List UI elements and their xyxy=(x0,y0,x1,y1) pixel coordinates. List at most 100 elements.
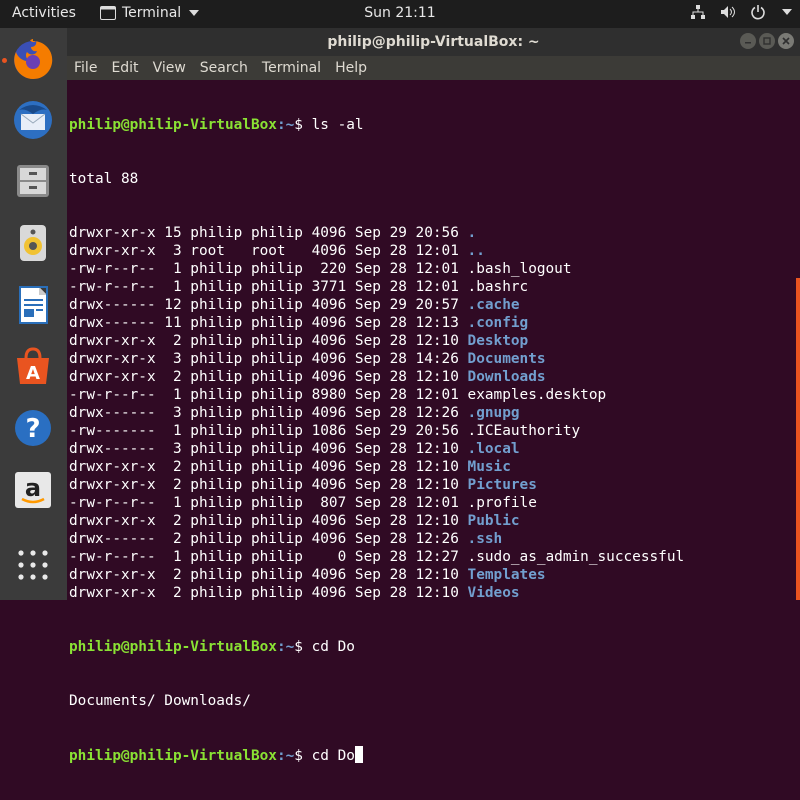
terminal-app-icon xyxy=(100,6,116,20)
menu-file[interactable]: File xyxy=(67,56,104,80)
help-icon[interactable]: ? xyxy=(8,403,58,453)
command-text: ls -al xyxy=(311,117,364,133)
prompt-symbol: $ xyxy=(294,117,312,133)
file-info: drwxr-xr-x 15 philip philip 4096 Sep 29 … xyxy=(69,225,468,241)
volume-icon xyxy=(721,6,735,18)
amazon-icon[interactable]: a xyxy=(8,465,58,515)
prompt-user: philip@philip-VirtualBox xyxy=(69,639,277,655)
directory-name: .cache xyxy=(467,297,520,313)
command-input[interactable]: cd Do xyxy=(312,748,355,764)
list-item: drwx------ 2 philip philip 4096 Sep 28 1… xyxy=(69,530,684,548)
list-item: -rw-r--r-- 1 philip philip 807 Sep 28 12… xyxy=(69,494,684,512)
file-name: .profile xyxy=(467,495,537,511)
file-info: -rw-r--r-- 1 philip philip 3771 Sep 28 1… xyxy=(69,279,468,295)
directory-name: Downloads xyxy=(467,369,546,385)
file-name: examples.desktop xyxy=(467,387,607,403)
directory-name: Desktop xyxy=(467,333,529,349)
file-info: drwxr-xr-x 2 philip philip 4096 Sep 28 1… xyxy=(69,369,468,385)
list-item: -rw------- 1 philip philip 1086 Sep 29 2… xyxy=(69,422,684,440)
app-menu[interactable]: Terminal xyxy=(100,5,200,21)
show-apps-icon[interactable] xyxy=(8,540,58,590)
file-info: drwx------ 2 philip philip 4096 Sep 28 1… xyxy=(69,531,468,547)
list-item: drwxr-xr-x 3 philip philip 4096 Sep 28 1… xyxy=(69,350,684,368)
clock[interactable]: Sun 21:11 xyxy=(364,5,435,21)
command-text: cd Do xyxy=(311,639,355,655)
file-info: -rw-r--r-- 1 philip philip 807 Sep 28 12… xyxy=(69,495,468,511)
close-button[interactable] xyxy=(778,33,794,49)
menu-edit[interactable]: Edit xyxy=(104,56,145,80)
prompt-symbol: $ xyxy=(294,748,312,764)
list-item: drwxr-xr-x 2 philip philip 4096 Sep 28 1… xyxy=(69,476,684,494)
list-item: -rw-r--r-- 1 philip philip 220 Sep 28 12… xyxy=(69,260,684,278)
directory-name: .gnupg xyxy=(467,405,520,421)
thunderbird-icon[interactable] xyxy=(8,95,58,145)
file-info: -rw------- 1 philip philip 1086 Sep 29 2… xyxy=(69,423,468,439)
prompt-symbol: $ xyxy=(294,639,312,655)
prompt-line: philip@philip-VirtualBox:~$ cd Do xyxy=(69,746,684,764)
svg-text:a: a xyxy=(25,474,41,502)
prompt-path: :~ xyxy=(276,748,295,764)
menu-view[interactable]: View xyxy=(146,56,193,80)
terminal-output: philip@philip-VirtualBox:~$ ls -al total… xyxy=(69,80,684,800)
list-item: -rw-r--r-- 1 philip philip 0 Sep 28 12:2… xyxy=(69,548,684,566)
directory-name: Templates xyxy=(467,567,546,583)
file-name: .ICEauthority xyxy=(467,423,581,439)
menu-help[interactable]: Help xyxy=(328,56,374,80)
ubuntu-software-icon[interactable]: A xyxy=(8,341,58,391)
activities-button[interactable]: Activities xyxy=(12,5,76,21)
file-info: -rw-r--r-- 1 philip philip 0 Sep 28 12:2… xyxy=(69,549,468,565)
minimize-button[interactable] xyxy=(740,33,756,49)
file-info: drwxr-xr-x 2 philip philip 4096 Sep 28 1… xyxy=(69,567,468,583)
directory-name: Documents xyxy=(467,351,546,367)
svg-text:A: A xyxy=(26,363,40,384)
list-item: -rw-r--r-- 1 philip philip 8980 Sep 28 1… xyxy=(69,386,684,404)
network-icon xyxy=(691,5,705,19)
scrollbar[interactable] xyxy=(796,278,800,600)
directory-name: Pictures xyxy=(467,477,537,493)
menu-search[interactable]: Search xyxy=(193,56,255,80)
directory-name: .. xyxy=(467,243,485,259)
menu-terminal[interactable]: Terminal xyxy=(255,56,328,80)
list-item: -rw-r--r-- 1 philip philip 3771 Sep 28 1… xyxy=(69,278,684,296)
file-info: drwx------ 12 philip philip 4096 Sep 29 … xyxy=(69,297,468,313)
app-menu-label: Terminal xyxy=(122,5,182,21)
title-bar[interactable]: philip@philip-VirtualBox: ~ xyxy=(67,28,800,56)
list-item: drwx------ 12 philip philip 4096 Sep 29 … xyxy=(69,296,684,314)
file-name: .bash_logout xyxy=(467,261,572,277)
svg-text:?: ? xyxy=(25,414,40,444)
list-item: drwxr-xr-x 2 philip philip 4096 Sep 28 1… xyxy=(69,566,684,584)
top-bar: Activities Terminal Sun 21:11 xyxy=(0,0,800,28)
list-item: drwxr-xr-x 3 root root 4096 Sep 28 12:01… xyxy=(69,242,684,260)
file-info: drwxr-xr-x 2 philip philip 4096 Sep 28 1… xyxy=(69,513,468,529)
directory-name: Music xyxy=(467,459,511,475)
file-info: -rw-r--r-- 1 philip philip 220 Sep 28 12… xyxy=(69,261,468,277)
list-item: drwxr-xr-x 15 philip philip 4096 Sep 29 … xyxy=(69,224,684,242)
text-cursor xyxy=(354,746,363,763)
power-icon xyxy=(751,5,765,20)
rhythmbox-icon[interactable] xyxy=(8,218,58,268)
terminal-area[interactable]: philip@philip-VirtualBox:~$ ls -al total… xyxy=(67,80,800,764)
file-info: drwx------ 11 philip philip 4096 Sep 28 … xyxy=(69,315,468,331)
prompt-line: philip@philip-VirtualBox:~$ cd Do xyxy=(69,638,684,656)
firefox-icon[interactable] xyxy=(8,35,58,85)
file-name: .bashrc xyxy=(467,279,529,295)
prompt-line: philip@philip-VirtualBox:~$ ls -al xyxy=(69,116,684,134)
directory-name: Public xyxy=(467,513,520,529)
prompt-user: philip@philip-VirtualBox xyxy=(69,117,277,133)
file-info: drwxr-xr-x 3 philip philip 4096 Sep 28 1… xyxy=(69,351,468,367)
maximize-button[interactable] xyxy=(759,33,775,49)
directory-name: .local xyxy=(467,441,520,457)
menu-bar: File Edit View Search Terminal Help xyxy=(67,56,800,80)
window-title: philip@philip-VirtualBox: ~ xyxy=(327,34,540,50)
files-icon[interactable] xyxy=(8,156,58,206)
libreoffice-writer-icon[interactable] xyxy=(8,280,58,330)
system-tray[interactable] xyxy=(690,4,792,20)
file-name: .sudo_as_admin_successful xyxy=(467,549,685,565)
list-item: drwxr-xr-x 2 philip philip 4096 Sep 28 1… xyxy=(69,332,684,350)
list-item: drwxr-xr-x 2 philip philip 4096 Sep 28 1… xyxy=(69,512,684,530)
completion-line: Documents/ Downloads/ xyxy=(69,693,251,709)
file-info: drwx------ 3 philip philip 4096 Sep 28 1… xyxy=(69,441,468,457)
chevron-down-icon xyxy=(189,10,200,16)
prompt-user: philip@philip-VirtualBox xyxy=(69,748,277,764)
file-info: drwx------ 3 philip philip 4096 Sep 28 1… xyxy=(69,405,468,421)
